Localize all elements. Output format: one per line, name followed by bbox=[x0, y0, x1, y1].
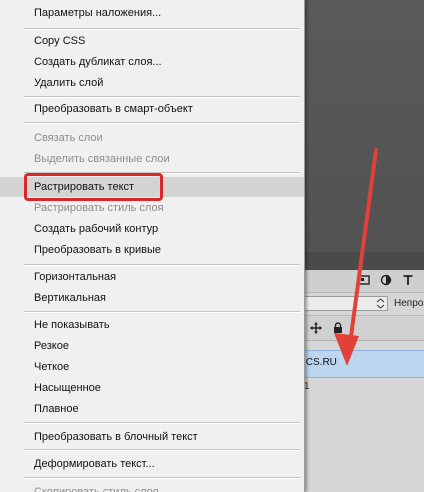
menu-item-delete-layer[interactable]: Удалить слой bbox=[0, 73, 304, 93]
image-icon[interactable] bbox=[358, 274, 370, 286]
menu-separator bbox=[24, 449, 300, 451]
menu-item-convert-smart-object[interactable]: Преобразовать в смарт-объект bbox=[0, 99, 304, 119]
layers-panel: Непрозр ICS.RU 1 bbox=[300, 252, 424, 492]
blend-mode-row: Непрозр bbox=[300, 293, 424, 316]
text-icon[interactable] bbox=[402, 274, 414, 286]
menu-item-antialias-none[interactable]: Не показывать bbox=[0, 315, 304, 335]
panel-tab-bar bbox=[300, 252, 424, 270]
opacity-label: Непрозр bbox=[394, 298, 424, 309]
dropdown-arrow-icon bbox=[376, 298, 385, 309]
menu-separator bbox=[24, 96, 300, 98]
selected-layer-row[interactable]: ICS.RU bbox=[300, 350, 424, 378]
menu-separator bbox=[24, 28, 300, 30]
menu-separator bbox=[24, 422, 300, 424]
highlight-outline bbox=[24, 173, 163, 201]
menu-separator bbox=[24, 477, 300, 479]
lock-icon[interactable] bbox=[332, 322, 344, 334]
menu-item-link-layers[interactable]: Связать слои bbox=[0, 128, 304, 148]
menu-item-vertical[interactable]: Вертикальная bbox=[0, 288, 304, 308]
menu-item-horizontal[interactable]: Горизонтальная bbox=[0, 267, 304, 287]
menu-separator bbox=[24, 122, 300, 124]
menu-item-antialias-strong[interactable]: Насыщенное bbox=[0, 378, 304, 398]
layer-context-menu: Параметры наложения... Copy CSS Создать … bbox=[0, 0, 305, 492]
menu-item-rasterize-layer-style[interactable]: Растрировать стиль слоя bbox=[0, 198, 304, 218]
menu-separator bbox=[24, 311, 300, 313]
layer-row[interactable]: 1 bbox=[300, 378, 424, 398]
menu-item-antialias-smooth[interactable]: Плавное bbox=[0, 399, 304, 419]
circle-half-icon[interactable] bbox=[380, 274, 392, 286]
blend-mode-select[interactable] bbox=[300, 296, 388, 311]
lock-row bbox=[300, 316, 424, 341]
menu-item-copy-layer-style[interactable]: Скопировать стиль слоя bbox=[0, 482, 304, 492]
menu-item-warp-text[interactable]: Деформировать текст... bbox=[0, 454, 304, 474]
layer-filter-icons bbox=[300, 270, 424, 293]
menu-item-create-work-path[interactable]: Создать рабочий контур bbox=[0, 219, 304, 239]
menu-separator bbox=[24, 264, 300, 266]
menu-item-antialias-crisp[interactable]: Четкое bbox=[0, 357, 304, 377]
menu-item-select-linked-layers[interactable]: Выделить связанные слои bbox=[0, 149, 304, 169]
menu-item-blending-options[interactable]: Параметры наложения... bbox=[0, 3, 304, 23]
menu-item-convert-paragraph-text[interactable]: Преобразовать в блочный текст bbox=[0, 427, 304, 447]
menu-item-copy-css[interactable]: Copy CSS bbox=[0, 31, 304, 51]
move-icon[interactable] bbox=[310, 322, 322, 334]
menu-item-antialias-sharp[interactable]: Резкое bbox=[0, 336, 304, 356]
menu-item-convert-to-shape[interactable]: Преобразовать в кривые bbox=[0, 240, 304, 260]
layer-name: ICS.RU bbox=[303, 357, 337, 368]
menu-item-duplicate-layer[interactable]: Создать дубликат слоя... bbox=[0, 52, 304, 72]
